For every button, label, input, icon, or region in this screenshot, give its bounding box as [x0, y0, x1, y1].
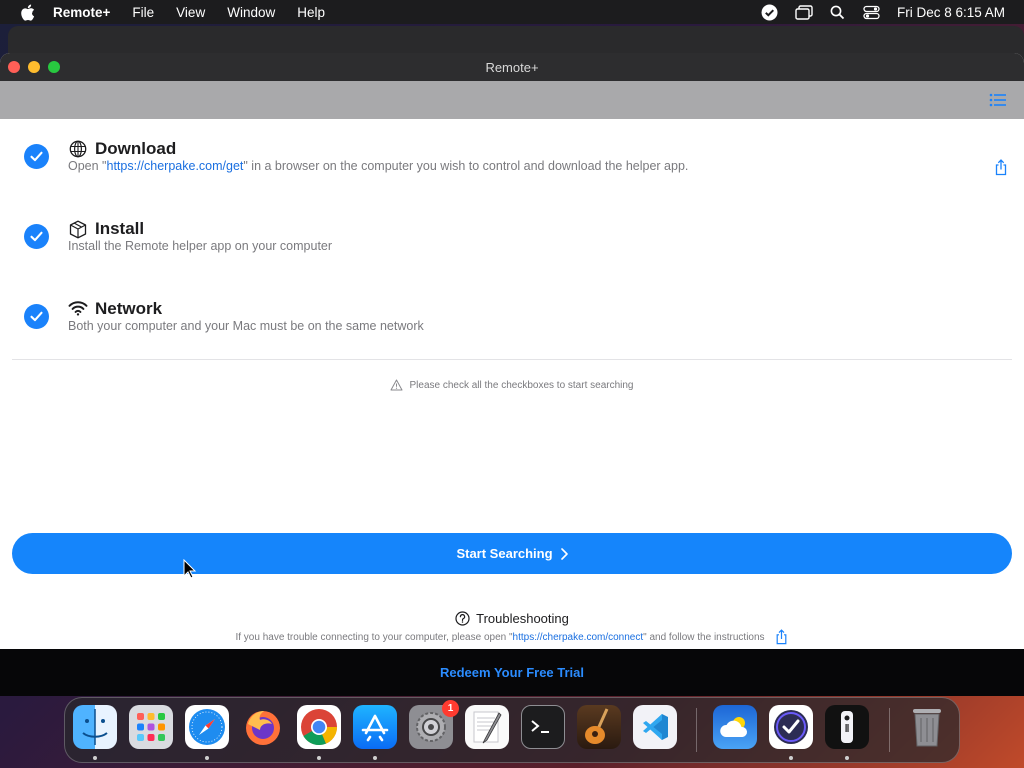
box-icon	[68, 219, 88, 239]
menu-help[interactable]: Help	[297, 5, 325, 20]
question-circle-icon	[455, 611, 470, 626]
step-title: Download	[95, 139, 177, 158]
share-icon[interactable]	[994, 159, 1010, 177]
running-indicator	[373, 756, 377, 760]
terminal-icon[interactable]	[521, 705, 565, 749]
dock-separator	[696, 708, 697, 752]
troubleshooting-header: Troubleshooting	[0, 611, 1024, 626]
running-indicator	[317, 756, 321, 760]
omnifocus-icon[interactable]	[769, 705, 813, 749]
wifi-icon	[68, 298, 88, 318]
trash-icon[interactable]	[905, 705, 949, 749]
apple-menu-icon[interactable]	[17, 2, 37, 22]
weather-icon[interactable]	[713, 705, 757, 749]
dock-separator	[889, 708, 890, 752]
troubleshooting-title: Troubleshooting	[476, 611, 569, 626]
textedit-icon[interactable]	[465, 705, 509, 749]
start-searching-label: Start Searching	[456, 546, 553, 561]
download-checkbox[interactable]	[24, 144, 49, 169]
warning-icon	[390, 379, 403, 391]
step-download: Download Open "https://cherpake.com/get"…	[0, 135, 1024, 195]
chrome-icon[interactable]	[297, 705, 341, 749]
step-title: Network	[95, 299, 163, 318]
network-checkbox[interactable]	[24, 304, 49, 329]
step-install: Install Install the Remote helper app on…	[0, 215, 1024, 275]
running-indicator	[789, 756, 793, 760]
traffic-lights	[8, 61, 60, 73]
step-description: Both your computer and your Mac must be …	[68, 319, 424, 333]
divider	[12, 359, 1012, 360]
step-description: Open "https://cherpake.com/get" in a bro…	[68, 159, 689, 173]
checkbox-hint: Please check all the checkboxes to start…	[0, 379, 1024, 391]
chevron-right-icon	[560, 547, 568, 560]
start-searching-button[interactable]: Start Searching	[12, 533, 1012, 574]
firefox-icon[interactable]	[241, 705, 285, 749]
remote-icon[interactable]	[825, 705, 869, 749]
menu-file[interactable]: File	[132, 5, 154, 20]
troubleshooting-description: If you have trouble connecting to your c…	[0, 629, 1024, 645]
menu-window[interactable]: Window	[227, 5, 275, 20]
window-titlebar: Remote+	[0, 53, 1024, 81]
list-icon[interactable]	[988, 91, 1008, 109]
helper-download-link[interactable]: https://cherpake.com/get	[107, 159, 244, 173]
app-store-icon[interactable]	[353, 705, 397, 749]
running-indicator	[93, 756, 97, 760]
remote-plus-window: Remote+ Download Open "https://cherpake.…	[0, 53, 1024, 696]
garageband-icon[interactable]	[577, 705, 621, 749]
close-window-button[interactable]	[8, 61, 20, 73]
control-center-icon[interactable]	[863, 3, 881, 21]
system-settings-icon[interactable]: 1	[409, 700, 459, 749]
safari-icon[interactable]	[185, 705, 229, 749]
hint-text: Please check all the checkboxes to start…	[409, 379, 634, 391]
menu-view[interactable]: View	[176, 5, 205, 20]
spotlight-search-icon[interactable]	[829, 3, 847, 21]
globe-icon	[68, 139, 88, 159]
step-network: Network Both your computer and your Mac …	[0, 295, 1024, 355]
menu-bar: Remote+ File View Window Help Fri Dec 8 …	[0, 0, 1024, 24]
mouse-cursor-icon	[183, 559, 197, 579]
finder-icon[interactable]	[73, 705, 117, 749]
running-indicator	[205, 756, 209, 760]
vscode-icon[interactable]	[633, 705, 677, 749]
window-toolbar	[0, 81, 1024, 119]
step-title: Install	[95, 219, 145, 238]
setup-content: Download Open "https://cherpake.com/get"…	[0, 119, 1024, 649]
notification-badge: 1	[442, 700, 459, 717]
connect-help-link[interactable]: https://cherpake.com/connect	[513, 632, 644, 643]
screen-mirroring-icon[interactable]	[795, 3, 813, 21]
launchpad-icon[interactable]	[129, 705, 173, 749]
window-title: Remote+	[485, 59, 539, 75]
redeem-free-trial-link[interactable]: Redeem Your Free Trial	[440, 665, 584, 680]
share-icon[interactable]	[775, 629, 789, 645]
menu-app-name[interactable]: Remote+	[53, 5, 110, 20]
checkmark-status-icon[interactable]	[761, 3, 779, 21]
menu-clock[interactable]: Fri Dec 8 6:15 AM	[897, 5, 1005, 20]
footer-bar: Redeem Your Free Trial	[0, 649, 1024, 696]
minimize-window-button[interactable]	[28, 61, 40, 73]
running-indicator	[845, 756, 849, 760]
zoom-window-button[interactable]	[48, 61, 60, 73]
install-checkbox[interactable]	[24, 224, 49, 249]
dock: 1	[64, 697, 960, 763]
step-description: Install the Remote helper app on your co…	[68, 239, 333, 253]
